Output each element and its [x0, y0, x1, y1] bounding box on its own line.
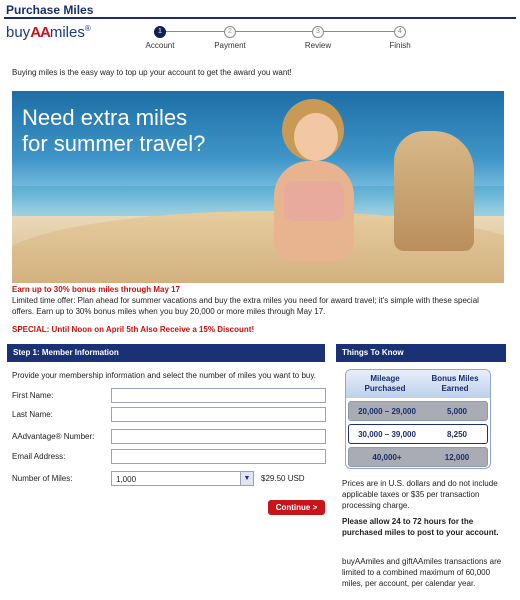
email-input[interactable] [111, 449, 326, 464]
step1-heading: Step 1: Member Information [7, 344, 325, 362]
last-name-input[interactable] [111, 407, 326, 422]
step-label: Account [145, 41, 175, 50]
row-bonus: 5,000 [446, 407, 468, 416]
step-finish: 4 Finish [370, 26, 430, 50]
aadvantage-number-label: AAdvantage® Number: [12, 432, 95, 441]
row-purchased: 30,000 – 39,000 [358, 430, 416, 439]
email-row: Email Address: [12, 449, 326, 465]
logo-suffix: miles [49, 24, 85, 41]
miles-row: Number of Miles: 1,000 ▼ $29.50 USD [12, 471, 326, 487]
row-bonus: 8,250 [446, 430, 468, 439]
table-row: 30,000 – 39,000 8,250 [348, 424, 488, 444]
miles-price: $29.50 USD [261, 474, 305, 483]
first-name-input[interactable] [111, 388, 326, 403]
special-offer: SPECIAL: Until Noon on April 5th Also Re… [12, 325, 255, 334]
step-label: Payment [214, 41, 246, 50]
promo-headline: Earn up to 30% bonus miles through May 1… [12, 285, 181, 294]
table-row: 20,000 – 29,000 5,000 [348, 401, 488, 421]
first-name-row: First Name: [12, 388, 326, 404]
progress-steps: 1 Account 2 Payment 3 Review 4 Finish [130, 26, 420, 56]
form-intro: Provide your membership information and … [12, 371, 316, 380]
girl-swimsuit [284, 181, 344, 221]
promo-text: Limited time offer: Plan ahead for summe… [12, 296, 479, 316]
chevron-down-icon[interactable]: ▼ [240, 472, 253, 485]
col-mileage-purchased: Mileage Purchased [364, 374, 406, 393]
hero-headline: Need extra miles for summer travel? [22, 105, 205, 157]
hero-line-1: Need extra miles [22, 105, 188, 130]
table-row: 40,000+ 12,000 [348, 447, 488, 467]
row-bonus: 12,000 [444, 453, 470, 462]
logo-aa-mark: AA [30, 24, 51, 41]
logo-prefix: buy [6, 24, 31, 41]
step-number: 3 [312, 26, 324, 38]
aadvantage-number-input[interactable] [111, 429, 326, 444]
first-name-label: First Name: [12, 391, 54, 400]
intro-text: Buying miles is the easy way to top up y… [12, 68, 292, 77]
logo-registered: ® [84, 24, 91, 33]
buyaamiles-logo: buyAAmiles® [6, 24, 91, 41]
step-account: 1 Account [130, 26, 190, 50]
step-label: Finish [389, 41, 411, 50]
step-label: Review [304, 41, 332, 50]
miles-select[interactable]: 1,000 ▼ [111, 471, 254, 486]
step-review: 3 Review [288, 26, 348, 50]
sandcastle-image [394, 131, 474, 251]
hero-banner: Need extra miles for summer travel? [12, 91, 504, 283]
step-number: 1 [154, 26, 166, 38]
posting-note: Please allow 24 to 72 hours for the purc… [342, 517, 499, 537]
miles-label: Number of Miles: [12, 474, 73, 483]
girl-face [294, 113, 338, 161]
row-purchased: 20,000 – 29,000 [358, 407, 416, 416]
last-name-row: Last Name: [12, 407, 326, 423]
progress-line [155, 31, 400, 32]
things-to-know-heading: Things To Know [336, 344, 506, 362]
title-divider [4, 17, 516, 19]
bonus-miles-table: Mileage Purchased Bonus Miles Earned 20,… [345, 369, 491, 469]
step-payment: 2 Payment [200, 26, 260, 50]
email-label: Email Address: [12, 452, 66, 461]
hero-line-2: for summer travel? [22, 131, 206, 156]
miles-selected-value: 1,000 [116, 475, 137, 484]
continue-button[interactable]: Continue > [268, 500, 325, 515]
aadvantage-number-row: AAdvantage® Number: [12, 429, 326, 445]
limit-note: buyAAmiles and giftAAmiles transactions … [342, 557, 502, 588]
step-number: 4 [394, 26, 406, 38]
pricing-note: Prices are in U.S. dollars and do not in… [342, 479, 498, 510]
step-number: 2 [224, 26, 236, 38]
bonus-table-header: Mileage Purchased Bonus Miles Earned [346, 370, 490, 398]
col-bonus-miles: Bonus Miles Earned [431, 374, 479, 393]
page-title: Purchase Miles [6, 3, 94, 17]
row-purchased: 40,000+ [372, 453, 402, 462]
last-name-label: Last Name: [12, 410, 53, 419]
